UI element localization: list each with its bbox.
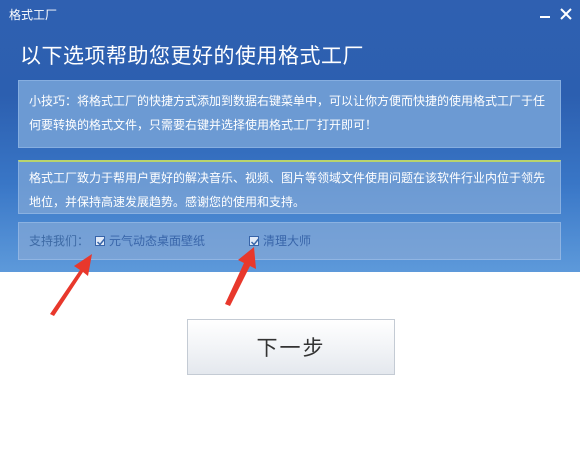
- next-button[interactable]: 下一步: [187, 319, 395, 375]
- checkmark-icon: [96, 238, 106, 246]
- red-arrow-icon: [50, 254, 92, 316]
- close-icon: [560, 8, 572, 20]
- close-button[interactable]: [555, 4, 577, 24]
- setup-window: 格式工厂 以下选项帮助您更好的使用格式工厂 小技巧：将格式工厂的快捷方式添加到数…: [0, 0, 580, 450]
- minimize-icon: [540, 16, 550, 18]
- tip-text: 小技巧：将格式工厂的快捷方式添加到数据右键菜单中，可以让你方便而快捷的使用格式工…: [29, 94, 546, 132]
- about-panel: 格式工厂致力于帮用户更好的解决音乐、视频、图片等领域文件使用问题在该软件行业内位…: [18, 160, 561, 214]
- about-text: 格式工厂致力于帮用户更好的解决音乐、视频、图片等领域文件使用问题在该软件行业内位…: [29, 171, 546, 209]
- red-arrow-icon: [225, 247, 256, 306]
- cleaner-option-label: 清理大师: [263, 234, 312, 248]
- wallpaper-checkbox[interactable]: [95, 236, 106, 246]
- header-area: 格式工厂 以下选项帮助您更好的使用格式工厂 小技巧：将格式工厂的快捷方式添加到数…: [0, 0, 580, 272]
- wallpaper-option-label: 元气动态桌面壁纸: [109, 234, 206, 248]
- support-panel: 支持我们： 元气动态桌面壁纸 清理大师: [18, 222, 561, 260]
- window-title: 格式工厂: [9, 8, 58, 22]
- minimize-button[interactable]: [534, 4, 556, 24]
- support-label: 支持我们：: [29, 234, 90, 248]
- page-title: 以下选项帮助您更好的使用格式工厂: [20, 44, 364, 68]
- support-option-wallpaper[interactable]: 元气动态桌面壁纸: [95, 229, 205, 253]
- title-bar: 格式工厂: [0, 0, 580, 30]
- tip-panel: 小技巧：将格式工厂的快捷方式添加到数据右键菜单中，可以让你方便而快捷的使用格式工…: [18, 80, 561, 148]
